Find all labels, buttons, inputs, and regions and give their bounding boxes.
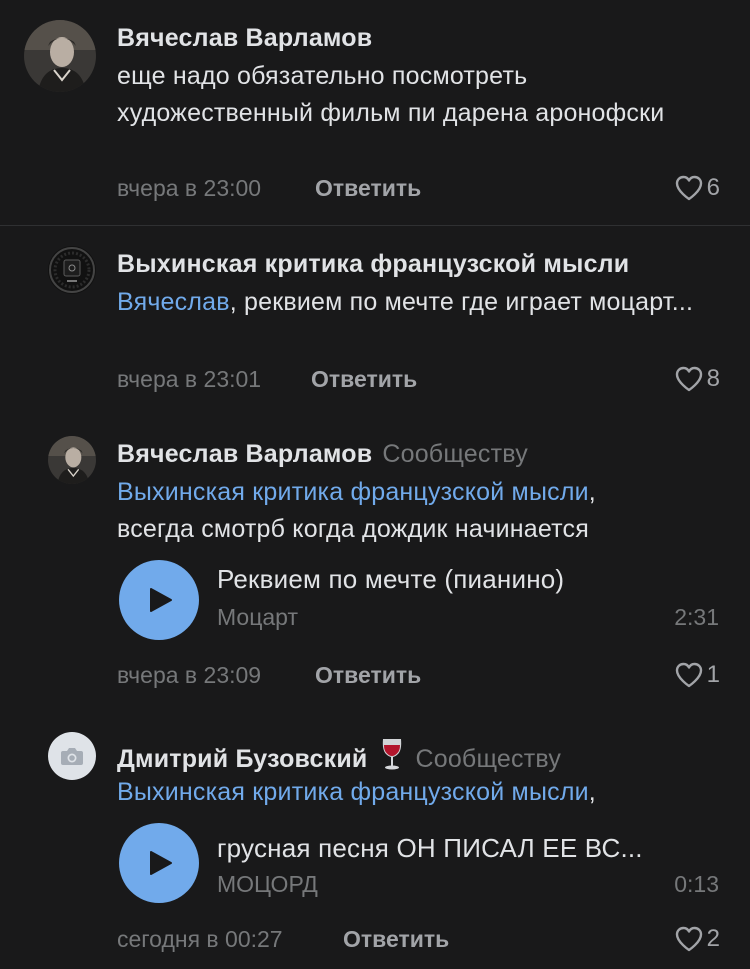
reply-button[interactable]: Ответить bbox=[343, 926, 449, 953]
audio-artist[interactable]: Моцарт bbox=[217, 604, 298, 631]
like-button[interactable]: 8 bbox=[674, 365, 720, 393]
user-photo-avatar-icon bbox=[24, 20, 96, 92]
comment-text-comma: , bbox=[588, 778, 596, 806]
comment-author[interactable]: Выхинская критика французской мысли bbox=[117, 250, 629, 279]
reply-button[interactable]: Ответить bbox=[315, 175, 421, 202]
wine-glass-icon bbox=[379, 737, 405, 778]
reply-to-label: Сообществу bbox=[382, 440, 528, 468]
audio-attachment[interactable]: грусная песня ОН ПИСАЛ ЕЕ ВС... МОЦОРД 0… bbox=[119, 823, 719, 907]
comment-time: вчера в 23:01 bbox=[117, 366, 262, 392]
user-photo-avatar-icon bbox=[48, 436, 96, 484]
community-avatar-icon bbox=[48, 246, 96, 294]
author-name[interactable]: Дмитрий Бузовский bbox=[117, 745, 367, 773]
like-count: 6 bbox=[706, 174, 720, 201]
avatar[interactable] bbox=[48, 246, 96, 294]
comments-thread: Вячеслав Варламов еще надо обязательно п… bbox=[0, 0, 750, 969]
comment-text: Вячеслав, реквием по мечте где играет мо… bbox=[117, 284, 727, 321]
comment-text-comma: , bbox=[588, 478, 596, 506]
author-name[interactable]: Вячеслав Варламов bbox=[117, 440, 372, 468]
heart-icon bbox=[675, 175, 702, 201]
reply-to-label: Сообществу bbox=[415, 745, 562, 773]
comment-text-body: всегда смотрб когда дождик начинается bbox=[117, 514, 589, 543]
audio-attachment[interactable]: Реквием по мечте (пианино) Моцарт 2:31 bbox=[119, 560, 719, 644]
like-button[interactable]: 6 bbox=[674, 174, 720, 202]
comment-time: вчера в 23:09 bbox=[117, 662, 262, 688]
like-count: 1 bbox=[706, 661, 720, 688]
author-name[interactable]: Выхинская критика французской мысли bbox=[117, 250, 629, 278]
heart-icon bbox=[675, 662, 702, 688]
audio-duration: 2:31 bbox=[674, 604, 719, 630]
comment-time: сегодня в 00:27 bbox=[117, 926, 283, 952]
comment-author[interactable]: Дмитрий Бузовский Сообществу bbox=[117, 737, 561, 778]
avatar[interactable] bbox=[48, 436, 96, 484]
play-icon bbox=[150, 588, 172, 612]
comment-text: Выхинская критика французской мысли, bbox=[117, 774, 727, 811]
play-button[interactable] bbox=[119, 560, 199, 640]
heart-icon bbox=[675, 366, 702, 392]
comment-time: вчера в 23:00 bbox=[117, 175, 262, 201]
mention-link[interactable]: Выхинская критика французской мысли bbox=[117, 478, 589, 506]
like-button[interactable]: 1 bbox=[674, 661, 720, 689]
play-button[interactable] bbox=[119, 823, 199, 903]
avatar[interactable] bbox=[48, 732, 96, 780]
comment-author[interactable]: Вячеслав Варламов Сообществу bbox=[117, 440, 528, 469]
avatar[interactable] bbox=[24, 20, 96, 92]
audio-duration: 0:13 bbox=[674, 871, 719, 897]
camera-placeholder-avatar-icon bbox=[48, 732, 96, 780]
comment-author[interactable]: Вячеслав Варламов bbox=[117, 24, 372, 53]
mention-link[interactable]: Вячеслав bbox=[117, 288, 230, 316]
reply-button[interactable]: Ответить bbox=[315, 662, 421, 689]
comment-item: Выхинская критика французской мысли Вяче… bbox=[0, 226, 750, 426]
audio-title: Реквием по мечте (пианино) bbox=[217, 564, 565, 594]
audio-title: грусная песня ОН ПИСАЛ ЕЕ ВС... bbox=[217, 833, 643, 863]
reply-button[interactable]: Ответить bbox=[311, 366, 417, 393]
comment-text: еще надо обязательно посмотреть художест… bbox=[117, 62, 665, 127]
comment-text-body: , реквием по мечте где играет моцарт... bbox=[229, 288, 694, 316]
like-count: 8 bbox=[706, 365, 720, 392]
audio-artist[interactable]: МОЦОРД bbox=[217, 871, 318, 898]
comment-item: Вячеслав Варламов Сообществу Выхинская кр… bbox=[0, 416, 750, 716]
comment-item: Вячеслав Варламов еще надо обязательно п… bbox=[0, 0, 750, 225]
like-count: 2 bbox=[706, 925, 720, 952]
heart-icon bbox=[675, 926, 702, 952]
comment-text: Выхинская критика французской мысли, все… bbox=[117, 474, 727, 547]
like-button[interactable]: 2 bbox=[674, 925, 720, 953]
author-name[interactable]: Вячеслав Варламов bbox=[117, 24, 372, 52]
comment-item: Дмитрий Бузовский Сообществу Выхинская к… bbox=[0, 715, 750, 969]
mention-link[interactable]: Выхинская критика французской мысли bbox=[117, 778, 589, 806]
play-icon bbox=[150, 851, 172, 875]
